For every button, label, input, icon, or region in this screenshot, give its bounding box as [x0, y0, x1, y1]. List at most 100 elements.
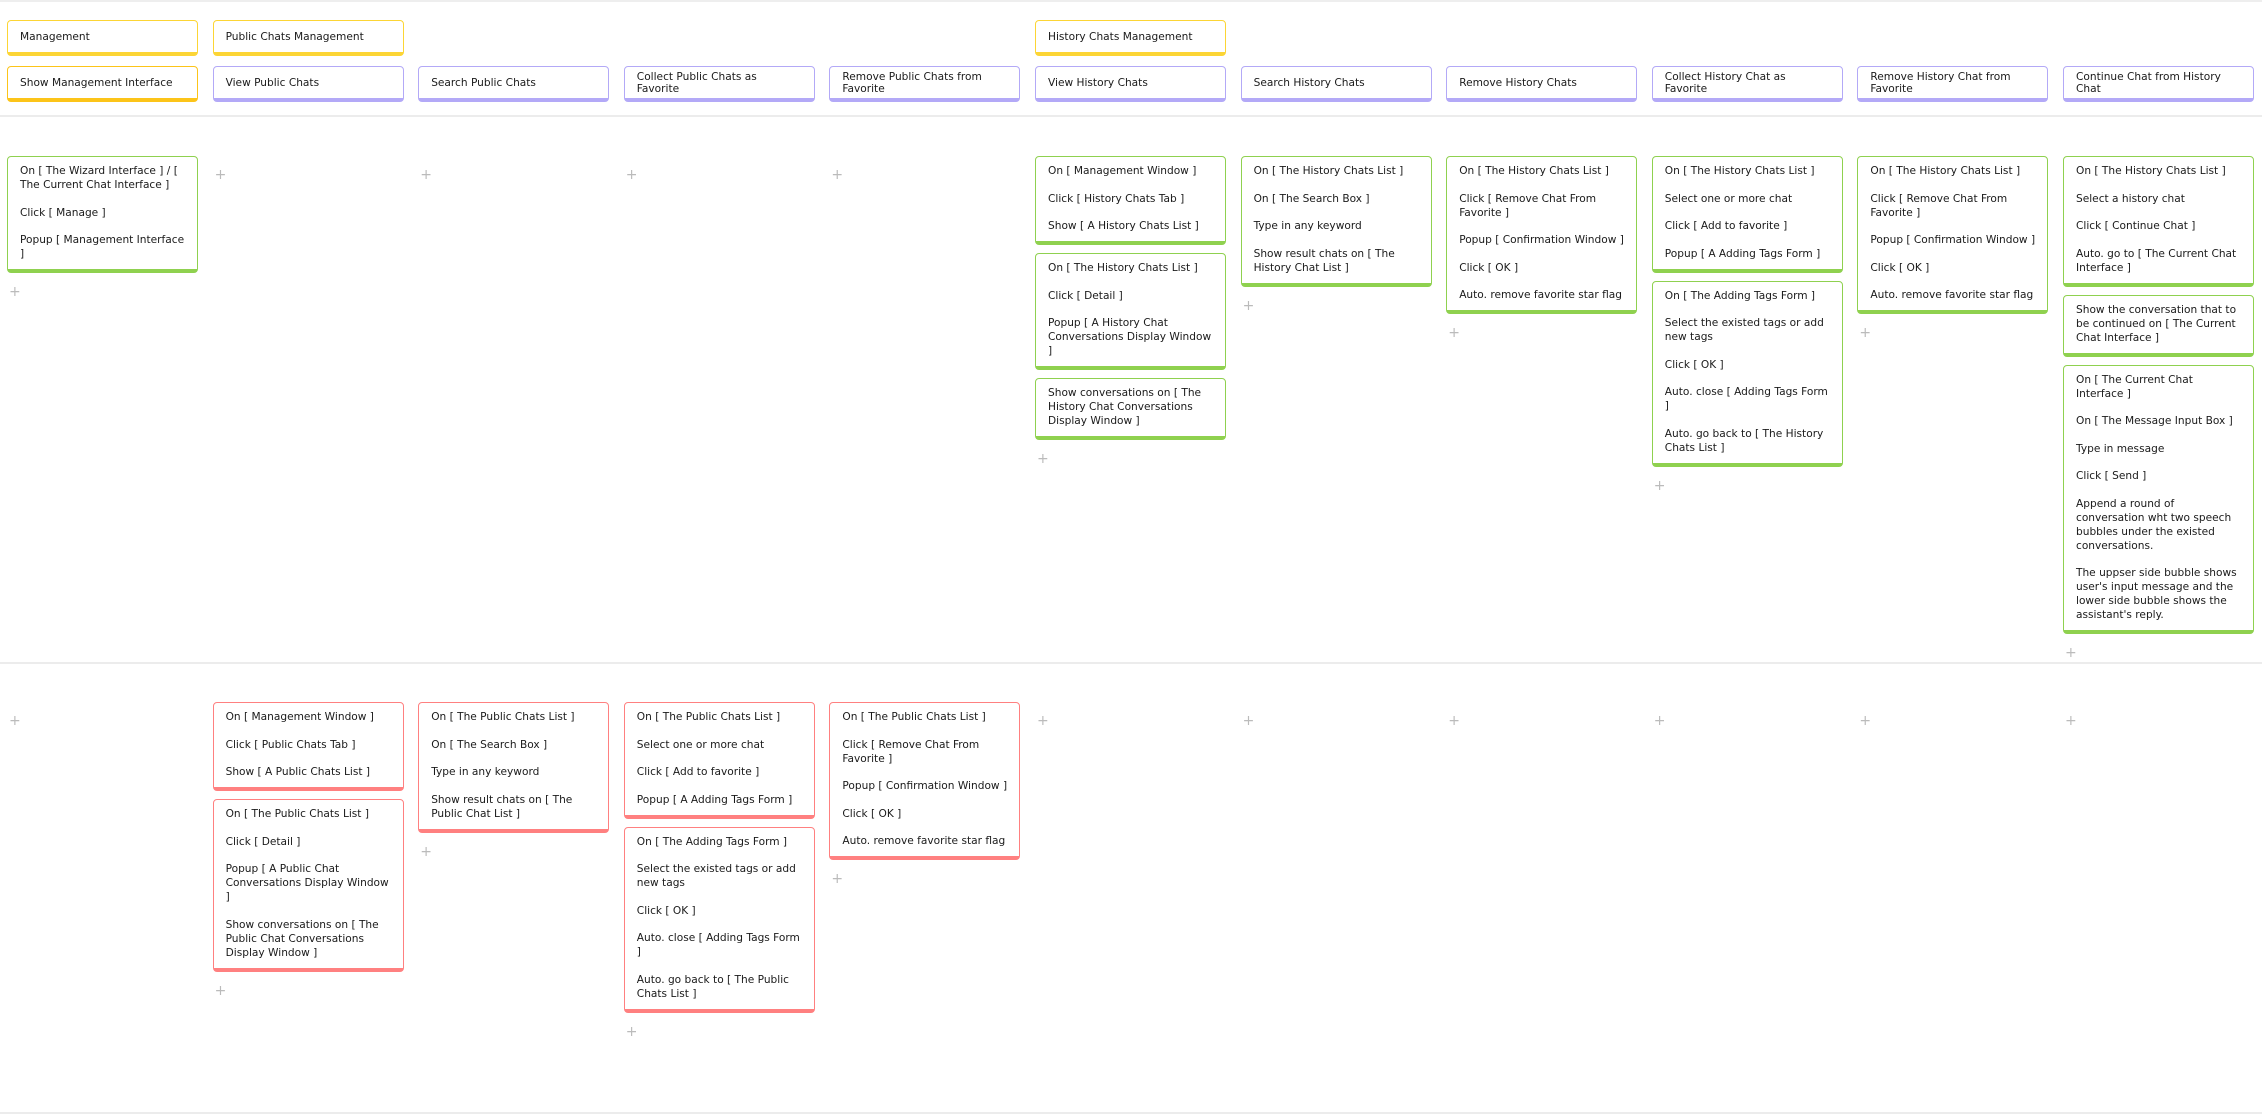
step-card[interactable]: On [ The History Chats List ] Select a hi… [2063, 156, 2254, 287]
plus-icon[interactable]: + [831, 872, 1020, 886]
feature-sticky[interactable]: View History Chats [1035, 66, 1226, 102]
step-line: Show [ A Public Chats List ] [225, 766, 371, 778]
history-cards-stack: On [ The Wizard Interface ] / [ The Curr… [7, 156, 198, 299]
step-line: Type in any keyword [431, 766, 540, 778]
step-card[interactable]: On [ The Public Chats List ] Click [ Remo… [829, 702, 1021, 860]
plus-icon[interactable]: + [1243, 299, 1432, 313]
step-line: On [ The Adding Tags Form ] [636, 835, 788, 848]
feature-sticky[interactable]: Continue Chat from History Chat [2063, 66, 2254, 102]
step-line: Click [ Manage ] [20, 206, 106, 219]
public-cards-stack: On [ The Public Chats List ] Select one o… [623, 702, 815, 1039]
step-line: Click [ OK ] [636, 904, 696, 917]
feature-sticky[interactable]: Collect Public Chats as Favorite [623, 66, 815, 102]
step-line: Click [ Remove Chat From Favorite ] [1870, 192, 2008, 219]
history-cards-stack: + [829, 156, 1020, 182]
step-card[interactable]: On [ The Current Chat Interface ] On [ Th… [2063, 364, 2254, 634]
step-line: Auto. go back to [ The History Chats Lis… [1664, 427, 1824, 454]
plus-icon[interactable]: + [831, 168, 1020, 182]
feature-sticky[interactable]: Search History Chats [1240, 66, 1432, 102]
plus-icon[interactable]: + [1859, 326, 2048, 340]
plus-icon[interactable]: + [1448, 326, 1637, 340]
plus-icon[interactable]: + [1654, 714, 1843, 728]
step-line: On [ The History Chats List ] [1664, 165, 1815, 177]
step-line: Type in any keyword [1253, 220, 1362, 232]
step-line: Click [ Public Chats Tab ] [225, 738, 356, 751]
history-cards-stack: On [ The History Chats List ] Click [ Rem… [1857, 156, 2049, 340]
step-line: On [ Management Window ] [1048, 165, 1197, 177]
step-card[interactable]: Show conversations on [ The History Chat… [1035, 378, 1226, 440]
plus-icon[interactable]: + [1037, 452, 1226, 466]
plus-icon[interactable]: + [626, 1025, 815, 1039]
step-card[interactable]: On [ The History Chats List ] On [ The Se… [1240, 156, 1432, 287]
history-cards-stack: + [624, 156, 815, 182]
step-line: On [ The Public Chats List ] [431, 711, 575, 723]
public-cards-stack: + [1652, 702, 1843, 728]
step-line: Auto. remove favorite star flag [1459, 289, 1623, 301]
plus-icon[interactable]: + [420, 845, 609, 859]
feature-sticky[interactable]: Collect History Chat as Favorite [1651, 66, 1843, 102]
group-label: Management [20, 30, 90, 43]
plus-icon[interactable]: + [9, 285, 198, 299]
step-card[interactable]: On [ Management Window ] Click [ Public C… [212, 702, 404, 791]
plus-icon[interactable]: + [2065, 714, 2254, 728]
step-line: Click [ Send ] [2076, 470, 2147, 482]
step-card[interactable]: Show the conversation that to be continu… [2063, 294, 2254, 357]
step-card[interactable]: On [ The Public Chats List ] Select one o… [623, 702, 815, 819]
group-sticky[interactable]: History Chats Management [1035, 20, 1226, 56]
feature-sticky[interactable]: Remove History Chats [1446, 66, 1638, 102]
plus-icon[interactable]: + [1654, 479, 1843, 493]
public-cards-stack: On [ The Public Chats List ] On [ The Sea… [418, 702, 610, 859]
step-line: Show conversations on [ The History Chat… [1048, 387, 1202, 427]
step-card[interactable]: On [ The History Chats List ] Select one … [1651, 156, 1843, 273]
step-card[interactable]: On [ The Public Chats List ] Click [ Deta… [212, 799, 404, 972]
plus-icon[interactable]: + [1037, 714, 1226, 728]
step-card[interactable]: On [ The Adding Tags Form ] Select the ex… [623, 826, 815, 1013]
history-cards-stack: On [ The History Chats List ] Select one … [1651, 156, 1843, 493]
group-label: History Chats Management [1048, 30, 1193, 43]
plus-icon[interactable]: + [1243, 714, 1432, 728]
plus-icon[interactable]: + [9, 714, 198, 728]
feature-sticky[interactable]: Remove Public Chats from Favorite [829, 66, 1021, 102]
group-sticky[interactable]: Public Chats Management [212, 20, 404, 56]
plus-icon[interactable]: + [215, 984, 404, 998]
plus-icon[interactable]: + [215, 168, 404, 182]
step-line: Popup [ A Adding Tags Form ] [1664, 247, 1821, 260]
step-line: Append a round of conversation wht two s… [2076, 497, 2232, 552]
step-line: Auto. close [ Adding Tags Form ] [1664, 386, 1828, 412]
feature-label: Remove History Chat from Favorite [1870, 70, 2011, 95]
group-sticky[interactable]: Management [7, 20, 198, 56]
step-line: Select the existed tags or add new tags [636, 863, 796, 889]
step-line: Click [ OK ] [842, 807, 902, 820]
feature-sticky[interactable]: Remove History Chat from Favorite [1857, 66, 2049, 102]
step-card[interactable]: On [ Management Window ] Click [ History … [1035, 156, 1226, 245]
group-label: Public Chats Management [225, 30, 364, 43]
step-card[interactable]: On [ The Wizard Interface ] / [ The Curr… [7, 156, 198, 273]
step-line: On [ The History Chats List ] [1048, 262, 1198, 274]
feature-sticky[interactable]: Search Public Chats [418, 66, 610, 102]
step-line: Click [ OK ] [1664, 358, 1724, 371]
step-line: Auto. go back to [ The Public Chats List… [636, 973, 789, 1000]
feature-label: Search History Chats [1253, 76, 1365, 89]
feature-sticky[interactable]: Show Management Interface [7, 66, 198, 102]
step-card[interactable]: On [ The Adding Tags Form ] Select the ex… [1651, 280, 1843, 467]
step-card[interactable]: On [ The History Chats List ] Click [ Det… [1035, 253, 1226, 370]
step-card[interactable]: On [ The History Chats List ] Click [ Rem… [1857, 156, 2049, 314]
step-line: Show [ A History Chats List ] [1048, 220, 1199, 232]
plus-icon[interactable]: + [1448, 714, 1637, 728]
history-cards-stack: On [ Management Window ] Click [ History … [1035, 156, 1226, 466]
feature-label: View History Chats [1048, 76, 1148, 89]
step-card[interactable]: On [ The History Chats List ] Click [ Rem… [1446, 156, 1638, 314]
plus-icon[interactable]: + [420, 168, 609, 182]
step-line: Auto. remove favorite star flag [842, 835, 1006, 847]
public-cards-stack: On [ The Public Chats List ] Click [ Remo… [829, 702, 1021, 886]
plus-icon[interactable]: + [1859, 714, 2048, 728]
feature-sticky[interactable]: View Public Chats [212, 66, 404, 102]
step-card[interactable]: On [ The Public Chats List ] On [ The Sea… [418, 702, 610, 833]
step-line: Click [ Detail ] [225, 835, 301, 848]
public-cards-stack: On [ Management Window ] Click [ Public C… [212, 702, 404, 998]
plus-icon[interactable]: + [2065, 646, 2254, 660]
step-line: On [ The Message Input Box ] [2076, 415, 2233, 427]
history-cards-stack: + [418, 156, 609, 182]
feature-label: Remove Public Chats from Favorite [842, 70, 982, 95]
plus-icon[interactable]: + [626, 168, 815, 182]
